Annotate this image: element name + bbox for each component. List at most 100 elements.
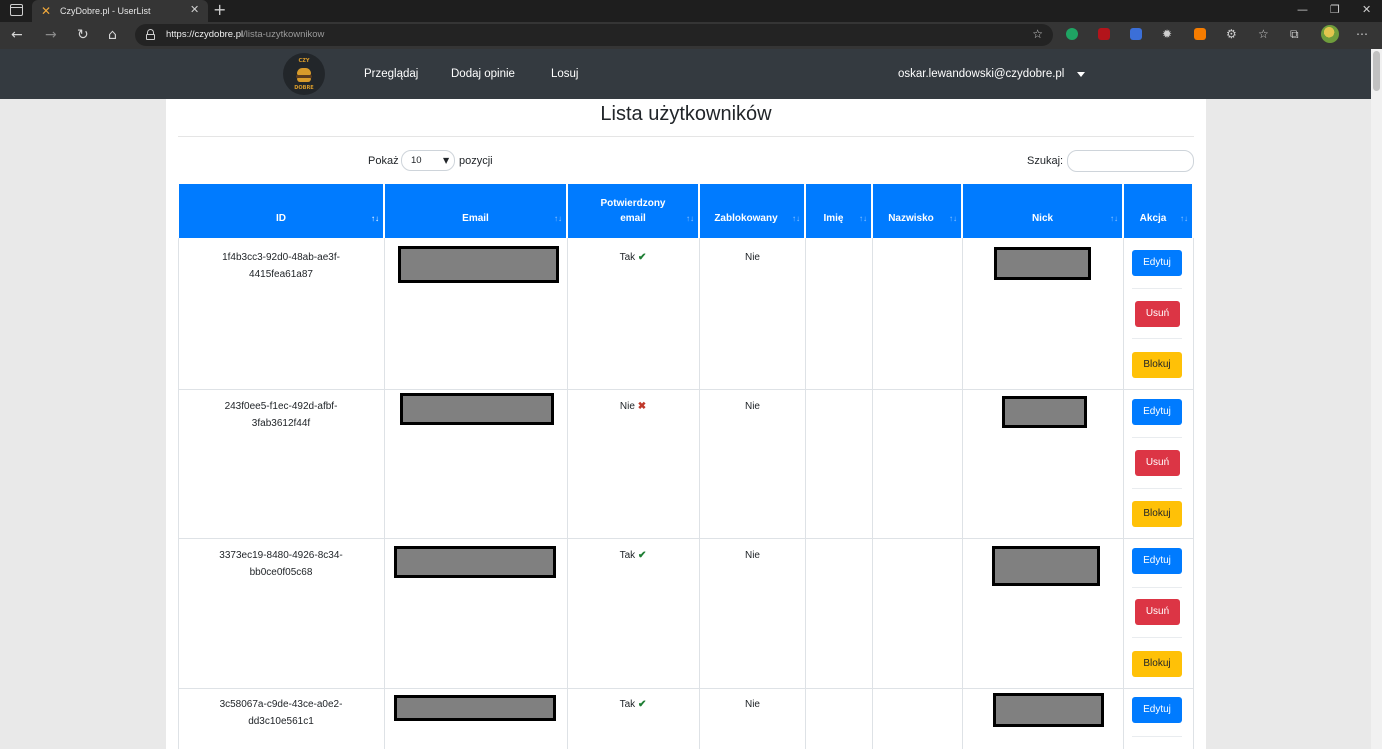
edit-button[interactable]: Edytuj	[1132, 399, 1182, 425]
favorites-icon[interactable]: ☆	[1258, 26, 1269, 42]
site-favicon-icon: ✕	[41, 4, 52, 18]
user-id: 3373ec19-8480-4926-8c34- bb0ce0f05c68	[180, 547, 382, 581]
redacted-nick	[1002, 396, 1087, 428]
column-header-nick[interactable]: Nick ↑↓	[963, 184, 1122, 238]
user-id-line-1: 1f4b3cc3-92d0-48ab-ae3f-	[222, 252, 340, 263]
window-close-icon[interactable]: ✕	[1362, 3, 1371, 17]
minimize-icon[interactable]: —	[1297, 3, 1308, 17]
user-id: 3c58067a-c9de-43ce-a0e2- dd3c10e561c1	[180, 696, 382, 730]
column-header-confirmed[interactable]: Potwierdzony email ↑↓	[568, 184, 698, 238]
user-id-line-2: 3fab3612f44f	[251, 418, 311, 429]
email-confirmed-cell: Tak ✔	[569, 249, 697, 266]
block-button[interactable]: Blokuj	[1132, 501, 1182, 527]
nav-link-random[interactable]: Losuj	[551, 66, 579, 82]
user-id-line-1: 3c58067a-c9de-43ce-a0e2-	[219, 699, 343, 710]
tab-close-icon[interactable]: ✕	[190, 3, 199, 17]
collections-icon[interactable]: ⧉	[1290, 26, 1299, 42]
edit-button[interactable]: Edytuj	[1132, 250, 1182, 276]
extensions-puzzle-icon[interactable]: ⚙	[1226, 26, 1237, 42]
email-confirmed-cell: Nie ✖	[569, 398, 697, 415]
block-button[interactable]: Blokuj	[1132, 352, 1182, 378]
back-icon[interactable]: ←	[11, 27, 23, 43]
site-navbar: CZY DOBRE Przeglądaj Dodaj opinie Losuj …	[0, 49, 1371, 99]
column-header-last-name-label: Nazwisko	[888, 213, 934, 224]
column-header-email[interactable]: Email ↑↓	[385, 184, 566, 238]
edit-button[interactable]: Edytuj	[1132, 548, 1182, 574]
redacted-nick	[993, 693, 1104, 727]
main-container: Lista użytkowników Pokaż 10 ▼ pozycji Sz…	[166, 99, 1206, 749]
column-header-first-name[interactable]: Imię ↑↓	[806, 184, 871, 238]
sort-icon: ↑↓	[1180, 214, 1188, 223]
extension-ublock-icon[interactable]	[1098, 28, 1110, 40]
site-logo[interactable]: CZY DOBRE	[283, 53, 325, 95]
search-input[interactable]	[1067, 150, 1194, 172]
check-icon: ✔	[637, 550, 647, 561]
profile-avatar[interactable]	[1321, 25, 1339, 43]
column-header-confirmed-label-1: Potwierdzony	[600, 198, 666, 209]
delete-button[interactable]: Usuń	[1135, 599, 1180, 625]
scrollbar-thumb[interactable]	[1373, 51, 1380, 91]
browser-tab[interactable]: ✕ CzyDobre.pl - UserList ✕	[32, 0, 208, 22]
extension-shield-icon[interactable]	[1066, 28, 1078, 40]
nav-link-add-review[interactable]: Dodaj opinie	[451, 66, 515, 82]
blocked-value: Nie	[744, 252, 760, 263]
chevron-down-icon: ▼	[443, 156, 450, 165]
favorite-star-icon[interactable]: ☆	[1032, 27, 1043, 41]
redacted-nick	[992, 546, 1100, 586]
url-field[interactable]: https://czydobre.pl/lista-uzytkownikow ☆	[135, 24, 1053, 46]
user-id-line-2: 4415fea61a87	[249, 269, 313, 280]
email-confirmed-value: Tak	[619, 550, 636, 561]
user-id: 1f4b3cc3-92d0-48ab-ae3f- 4415fea61a87	[180, 249, 382, 283]
lock-icon	[146, 29, 155, 40]
browser-tab-bar: ✕ CzyDobre.pl - UserList ✕ + — ❐ ✕	[0, 0, 1382, 22]
block-button[interactable]: Blokuj	[1132, 651, 1182, 677]
page-scrollbar[interactable]	[1371, 49, 1382, 749]
user-menu[interactable]: oskar.lewandowski@czydobre.pl	[898, 66, 1064, 82]
column-header-confirmed-label-2: email	[620, 213, 646, 224]
redacted-email	[394, 695, 556, 721]
user-id-line-1: 3373ec19-8480-4926-8c34-	[219, 550, 343, 561]
delete-button[interactable]: Usuń	[1135, 450, 1180, 476]
page-length-select[interactable]: 10 ▼	[401, 150, 455, 171]
nav-link-browse[interactable]: Przeglądaj	[364, 66, 418, 82]
check-icon: ✔	[637, 699, 647, 710]
forward-icon[interactable]: →	[45, 27, 57, 43]
user-id-line-2: bb0ce0f05c68	[249, 567, 313, 578]
sort-icon: ↑↓	[949, 214, 957, 223]
restore-icon[interactable]: ❐	[1330, 3, 1340, 17]
title-divider	[178, 136, 1194, 137]
column-header-blocked-label: Zablokowany	[714, 213, 778, 224]
burger-icon	[297, 68, 311, 75]
user-id-line-1: 243f0ee5-f1ec-492d-afbf-	[224, 401, 338, 412]
column-header-id-label: ID	[276, 213, 286, 224]
email-confirmed-value: Nie	[619, 401, 635, 412]
edit-button[interactable]: Edytuj	[1132, 697, 1182, 723]
column-header-id[interactable]: ID ↑↓	[179, 184, 383, 238]
new-tab-icon[interactable]: +	[213, 1, 226, 19]
delete-button[interactable]: Usuń	[1135, 301, 1180, 327]
address-bar-row: ← → ↻ ⌂ https://czydobre.pl/lista-uzytko…	[0, 22, 1382, 49]
logo-text-bottom: DOBRE	[294, 85, 314, 91]
extension-translate-icon[interactable]	[1130, 28, 1142, 40]
blocked-value: Nie	[744, 550, 760, 561]
home-icon[interactable]: ⌂	[108, 27, 117, 43]
sort-icon: ↑↓	[371, 214, 379, 223]
user-id: 243f0ee5-f1ec-492d-afbf- 3fab3612f44f	[180, 398, 382, 432]
sort-icon: ↑↓	[686, 214, 694, 223]
window-menu-icon[interactable]	[10, 4, 23, 16]
extension-gear-icon[interactable]: ✹	[1162, 26, 1172, 42]
check-icon: ✔	[637, 252, 647, 263]
dropdown-caret-icon[interactable]	[1077, 72, 1085, 77]
refresh-icon[interactable]: ↻	[77, 27, 89, 43]
column-header-nick-label: Nick	[1031, 213, 1054, 224]
email-confirmed-value: Tak	[619, 699, 636, 710]
sort-icon: ↑↓	[792, 214, 800, 223]
email-confirmed-cell: Tak ✔	[569, 547, 697, 564]
column-header-action[interactable]: Akcja ↑↓	[1124, 184, 1192, 238]
extension-orange-icon[interactable]	[1194, 28, 1206, 40]
column-header-last-name[interactable]: Nazwisko ↑↓	[873, 184, 961, 238]
sort-icon: ↑↓	[1110, 214, 1118, 223]
more-menu-icon[interactable]: ⋯	[1356, 26, 1368, 42]
search-label: Szukaj:	[1027, 155, 1064, 167]
column-header-blocked[interactable]: Zablokowany ↑↓	[700, 184, 804, 238]
